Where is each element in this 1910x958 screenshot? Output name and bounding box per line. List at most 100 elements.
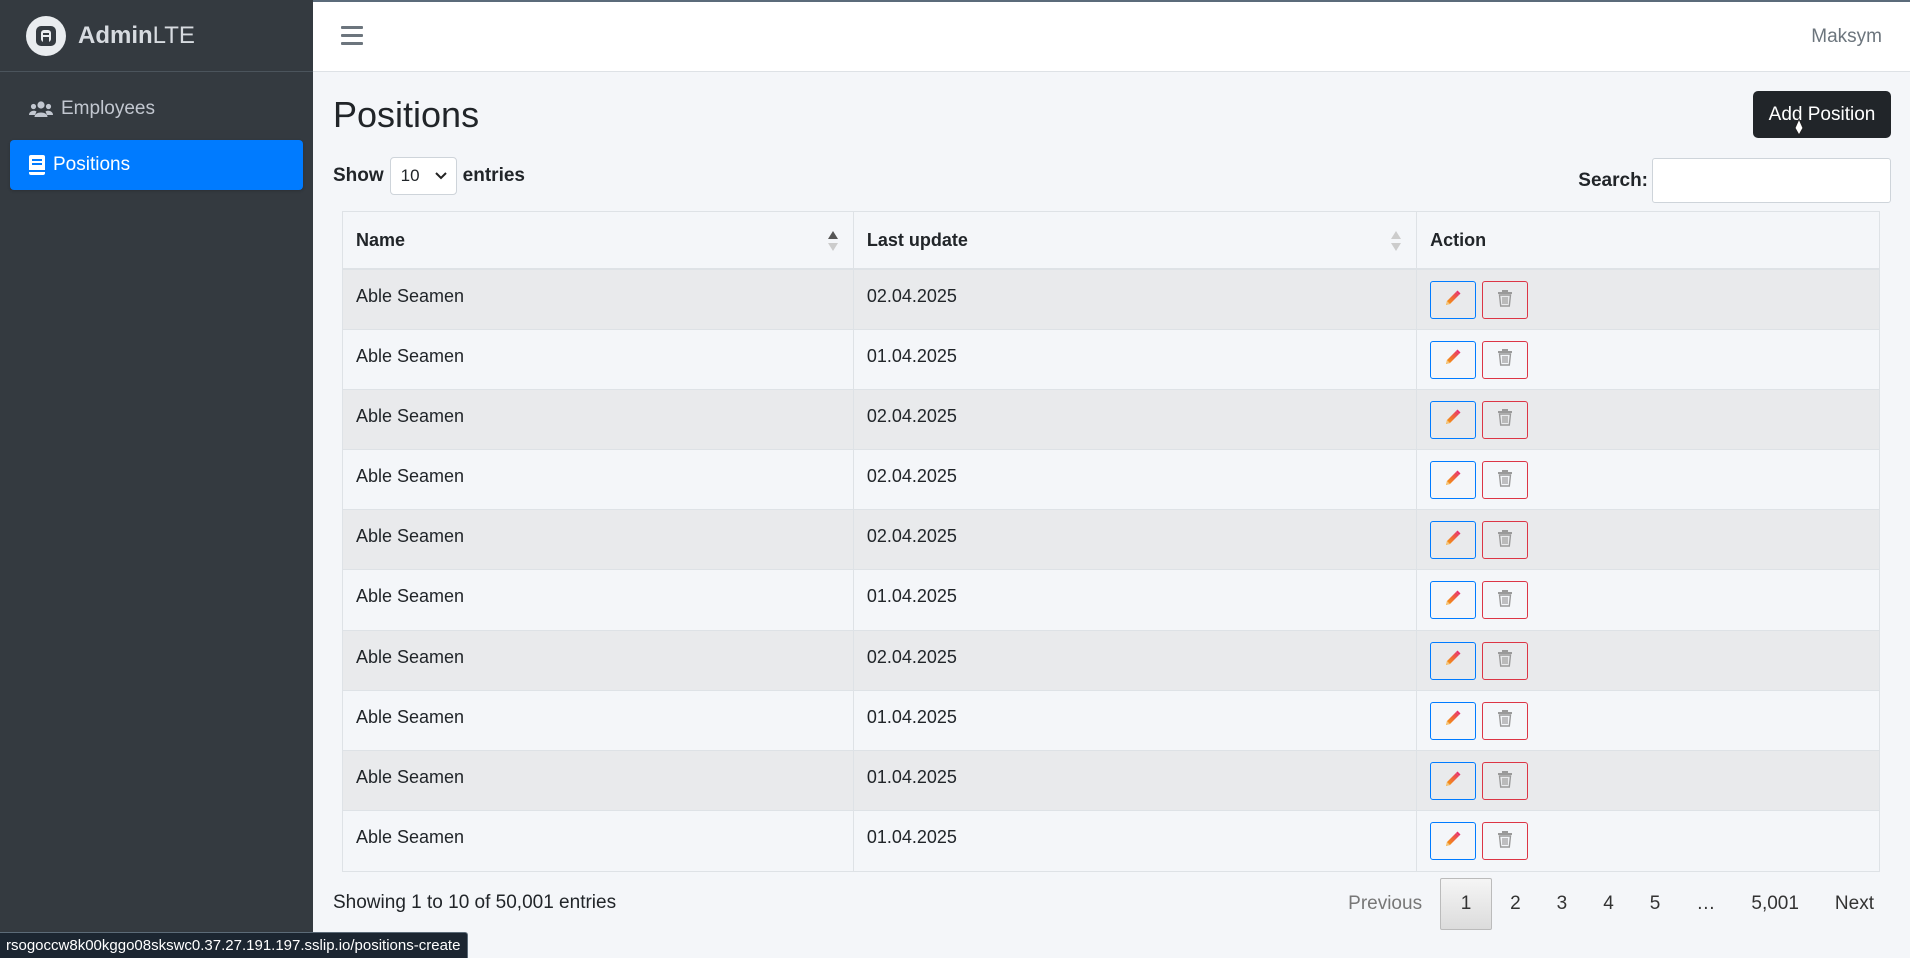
pencil-icon	[1444, 770, 1462, 793]
status-bar-url: rsogoccw8k00kggo08skswc0.37.27.191.197.s…	[0, 932, 469, 958]
delete-button[interactable]	[1482, 701, 1529, 740]
edit-button[interactable]	[1430, 340, 1477, 379]
show-label: Show	[333, 165, 384, 186]
cell-last-update: 01.04.2025	[853, 810, 1418, 871]
sidebar-item-label: Positions	[53, 154, 131, 175]
cell-actions	[1416, 328, 1879, 390]
user-menu[interactable]: Maksym	[1811, 26, 1882, 48]
edit-button[interactable]	[1430, 701, 1477, 740]
delete-button[interactable]	[1482, 521, 1529, 560]
search-label: Search:	[1578, 169, 1648, 191]
cell-actions	[1416, 509, 1879, 570]
cell-name: Able Seamen	[343, 749, 854, 811]
edit-button[interactable]	[1430, 581, 1477, 620]
column-header-last-update[interactable]: Last update	[853, 212, 1418, 270]
add-position-button[interactable]: Add Position	[1753, 91, 1891, 138]
sidebar-nav: Employees Positions	[0, 72, 313, 190]
sidebar-item-employees[interactable]: Employees	[10, 84, 303, 134]
pagination: Previous 1 2 3 4 5 … 5,001 Next	[1330, 878, 1892, 930]
delete-button[interactable]	[1482, 762, 1529, 800]
book-icon	[29, 155, 45, 175]
trash-icon	[1496, 289, 1514, 312]
entries-length-control: Show 10 entries	[333, 157, 525, 195]
trash-icon	[1496, 770, 1514, 793]
pagination-page-5[interactable]: 5	[1632, 878, 1679, 930]
edit-button[interactable]	[1430, 461, 1477, 500]
cell-name: Able Seamen	[343, 810, 854, 871]
pagination-previous[interactable]: Previous	[1330, 878, 1440, 930]
delete-button[interactable]	[1482, 281, 1529, 319]
cell-last-update: 02.04.2025	[853, 388, 1418, 450]
delete-button[interactable]	[1482, 340, 1529, 379]
pagination-page-last[interactable]: 5,001	[1733, 878, 1817, 930]
pagination-page-4[interactable]: 4	[1585, 878, 1632, 930]
pencil-icon	[1444, 649, 1462, 672]
edit-button[interactable]	[1430, 762, 1477, 800]
cell-name: Able Seamen	[343, 509, 854, 570]
cell-actions	[1416, 268, 1879, 330]
pagination-ellipsis: …	[1696, 893, 1716, 914]
delete-button[interactable]	[1482, 581, 1529, 620]
brand-text: AdminLTE	[78, 21, 195, 49]
pagination-next[interactable]: Next	[1817, 878, 1892, 930]
cell-name: Able Seamen	[343, 689, 854, 751]
pencil-icon	[1444, 469, 1462, 492]
chevron-down-icon	[434, 172, 447, 180]
pencil-icon	[1444, 529, 1462, 552]
pencil-icon	[1444, 830, 1462, 853]
edit-button[interactable]	[1430, 521, 1477, 560]
edit-button[interactable]	[1430, 281, 1477, 319]
users-icon	[29, 101, 53, 117]
search-input[interactable]	[1652, 158, 1891, 203]
cell-last-update: 01.04.2025	[853, 689, 1418, 751]
main-content: Positions Add Position Show 10 entries S…	[313, 72, 1910, 958]
cell-actions	[1416, 810, 1879, 871]
trash-icon	[1496, 830, 1514, 853]
top-navbar: Maksym	[313, 0, 1910, 72]
cell-actions	[1416, 388, 1879, 450]
pencil-icon	[1444, 289, 1462, 312]
table-row: Able Seamen 02.04.2025	[343, 509, 1879, 570]
table-row: Able Seamen 01.04.2025	[343, 749, 1879, 811]
pencil-icon	[1444, 348, 1462, 371]
menu-toggle-icon[interactable]	[341, 26, 363, 46]
table-row: Able Seamen 01.04.2025	[343, 569, 1879, 631]
edit-button[interactable]	[1430, 822, 1477, 861]
trash-icon	[1496, 649, 1514, 672]
table-row: Able Seamen 02.04.2025	[343, 629, 1879, 691]
table-row: Able Seamen 01.04.2025	[343, 689, 1879, 751]
table-info: Showing 1 to 10 of 50,001 entries	[333, 892, 617, 913]
delete-button[interactable]	[1482, 641, 1529, 680]
pagination-page-3[interactable]: 3	[1539, 878, 1586, 930]
sidebar-item-positions[interactable]: Positions	[10, 140, 303, 190]
delete-button[interactable]	[1482, 822, 1529, 861]
brand-link[interactable]: AdminLTE	[0, 0, 313, 72]
cell-actions	[1416, 749, 1879, 811]
trash-icon	[1496, 709, 1514, 732]
trash-icon	[1496, 469, 1514, 492]
cell-name: Able Seamen	[343, 569, 854, 631]
column-header-name[interactable]: Name	[343, 212, 854, 270]
column-header-action: Action	[1416, 212, 1879, 270]
table-row: Able Seamen 01.04.2025	[343, 328, 1879, 390]
sidebar-item-label: Employees	[61, 98, 155, 119]
table-row: Able Seamen 02.04.2025	[343, 268, 1879, 330]
cell-last-update: 01.04.2025	[853, 569, 1418, 631]
cell-last-update: 01.04.2025	[853, 749, 1418, 811]
delete-button[interactable]	[1482, 400, 1529, 439]
edit-button[interactable]	[1430, 400, 1477, 439]
trash-icon	[1496, 348, 1514, 371]
pagination-page-2[interactable]: 2	[1492, 878, 1539, 930]
entries-label: entries	[462, 165, 525, 186]
trash-icon	[1496, 529, 1514, 552]
cell-name: Able Seamen	[343, 449, 854, 510]
entries-select[interactable]: 10	[389, 157, 457, 195]
trash-icon	[1496, 589, 1514, 612]
pencil-icon	[1444, 709, 1462, 732]
sidebar: AdminLTE Employees Positions	[0, 0, 313, 958]
delete-button[interactable]	[1482, 461, 1529, 500]
brand-logo-icon	[26, 15, 66, 56]
pagination-page-1[interactable]: 1	[1440, 878, 1493, 930]
edit-button[interactable]	[1430, 641, 1477, 680]
table-row: Able Seamen 01.04.2025	[343, 810, 1879, 871]
